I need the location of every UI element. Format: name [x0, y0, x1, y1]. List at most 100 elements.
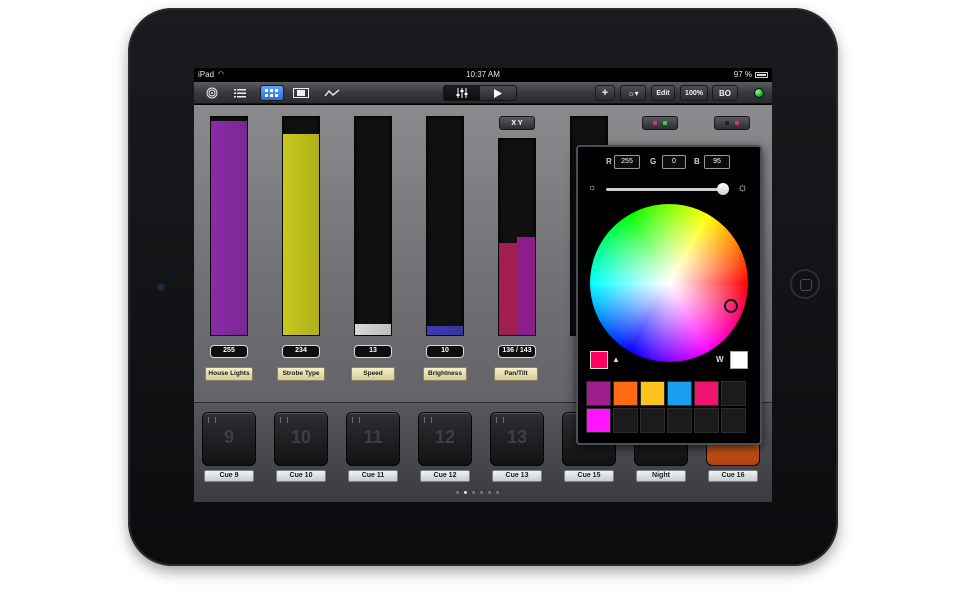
cue-label[interactable]: Cue 13	[492, 470, 542, 482]
sliders-icon	[424, 417, 432, 423]
xy-button[interactable]: X Y	[499, 116, 535, 130]
fader-value[interactable]: 255	[210, 345, 248, 358]
sliders-icon	[496, 417, 504, 423]
palette-swatch[interactable]	[667, 408, 692, 433]
fader-name[interactable]: Pan/Tilt	[494, 367, 538, 381]
grid-icon[interactable]	[260, 85, 284, 101]
battery-icon	[755, 72, 768, 78]
fader-track[interactable]	[354, 116, 392, 336]
color-picker-popover: R 255 G 0 B 95 ☼ ☼ ▲ W	[576, 145, 762, 445]
wave-icon[interactable]	[320, 85, 344, 101]
fader-value[interactable]: 234	[282, 345, 320, 358]
b-label: B	[694, 157, 700, 166]
list-icon[interactable]	[230, 85, 250, 101]
sliders-icon	[352, 417, 360, 423]
palette-swatch[interactable]	[694, 408, 719, 433]
fader-name[interactable]: House Lights	[205, 367, 253, 381]
cue-label[interactable]: Cue 11	[348, 470, 398, 482]
battery-percent: 97 %	[733, 70, 752, 79]
palette-swatch[interactable]	[694, 381, 719, 406]
cue-pad[interactable]: 13	[490, 412, 544, 466]
cue-label[interactable]: Cue 9	[204, 470, 254, 482]
page-dot[interactable]	[480, 491, 483, 494]
camera-icon	[158, 284, 164, 290]
cue-label[interactable]: Cue 12	[420, 470, 470, 482]
cue-button[interactable]: 12 Cue 12	[418, 412, 472, 482]
home-button[interactable]	[790, 269, 820, 299]
page-dot[interactable]	[464, 491, 467, 494]
palette-swatch[interactable]	[721, 408, 746, 433]
brightness-slider-track[interactable]	[606, 188, 726, 191]
app-screen: iPad ◠ 10:37 AM 97 % + ☼▾ Edit 100% BO 2…	[194, 68, 772, 502]
b-value-field[interactable]: 95	[704, 155, 730, 169]
palette-swatch[interactable]	[640, 381, 665, 406]
g-value-field[interactable]: 0	[662, 155, 686, 169]
white-swatch[interactable]	[730, 351, 748, 369]
fader-value[interactable]: 136 / 143	[498, 345, 536, 358]
play-icon[interactable]	[480, 86, 516, 100]
blackout-button[interactable]: BO	[712, 85, 738, 101]
palette-swatch[interactable]	[613, 408, 638, 433]
cue-label[interactable]: Cue 15	[564, 470, 614, 482]
fader-name[interactable]: Speed	[351, 367, 395, 381]
cue-pad[interactable]: 11	[346, 412, 400, 466]
fader-name[interactable]: Brightness	[423, 367, 467, 381]
r-value-field[interactable]: 255	[614, 155, 640, 169]
brightness-slider-knob[interactable]	[717, 183, 729, 195]
brightness-menu-button[interactable]: ☼▾	[620, 85, 646, 101]
palette-swatch[interactable]	[667, 381, 692, 406]
cue-pad[interactable]: 10	[274, 412, 328, 466]
fader-level	[427, 326, 463, 335]
cue-label[interactable]: Cue 10	[276, 470, 326, 482]
fader-name[interactable]: Strobe Type	[277, 367, 325, 381]
cue-pad[interactable]: 12	[418, 412, 472, 466]
page-indicator[interactable]	[456, 491, 499, 494]
pan-level	[499, 242, 517, 335]
cue-button[interactable]: 11 Cue 11	[346, 412, 400, 482]
cue-button[interactable]: 10 Cue 10	[274, 412, 328, 482]
cue-button[interactable]: 13 Cue 13	[490, 412, 544, 482]
connection-status-indicator	[754, 88, 764, 98]
sliders-icon	[208, 417, 216, 423]
fader-value[interactable]: 10	[426, 345, 464, 358]
arrow-up-icon: ▲	[612, 355, 620, 364]
toolbar: + ☼▾ Edit 100% BO	[194, 82, 772, 104]
film-icon[interactable]	[290, 85, 312, 101]
palette-swatch[interactable]	[721, 381, 746, 406]
page-dot[interactable]	[472, 491, 475, 494]
edit-button[interactable]: Edit	[651, 85, 675, 101]
palette-swatch[interactable]	[586, 381, 611, 406]
status-bar: iPad ◠ 10:37 AM 97 %	[194, 68, 772, 82]
pan-tilt-track[interactable]	[498, 138, 536, 336]
cue-label[interactable]: Cue 16	[708, 470, 758, 482]
cue-label[interactable]: Night	[636, 470, 686, 482]
sliders-icon	[280, 417, 288, 423]
color-wheel-cursor[interactable]	[724, 299, 738, 313]
palette-swatch[interactable]	[640, 408, 665, 433]
cue-button[interactable]: 9 Cue 9	[202, 412, 256, 482]
cue-number: 11	[363, 427, 383, 447]
palette-swatch[interactable]	[613, 381, 638, 406]
color-preset-toggle[interactable]	[642, 116, 678, 130]
g-label: G	[650, 157, 657, 166]
palette-swatch[interactable]	[586, 408, 611, 433]
color-palette	[586, 381, 754, 433]
color-picker-toggle[interactable]	[714, 116, 750, 130]
current-color-swatch[interactable]	[590, 351, 608, 369]
cue-pad[interactable]: 9	[202, 412, 256, 466]
fader-track[interactable]	[210, 116, 248, 336]
sliders-icon[interactable]	[444, 86, 480, 100]
cue-number: 13	[506, 427, 528, 447]
fader-track[interactable]	[282, 116, 320, 336]
page-dot[interactable]	[488, 491, 491, 494]
page-dot[interactable]	[456, 491, 459, 494]
page-dot[interactable]	[496, 491, 499, 494]
fader-value[interactable]: 13	[354, 345, 392, 358]
cue-number: 10	[290, 427, 312, 447]
color-wheel[interactable]	[590, 204, 748, 362]
add-button[interactable]: +	[595, 85, 615, 101]
master-percent-button[interactable]: 100%	[680, 85, 708, 101]
target-icon[interactable]	[202, 85, 222, 101]
fader-track[interactable]	[426, 116, 464, 336]
r-label: R	[606, 157, 612, 166]
